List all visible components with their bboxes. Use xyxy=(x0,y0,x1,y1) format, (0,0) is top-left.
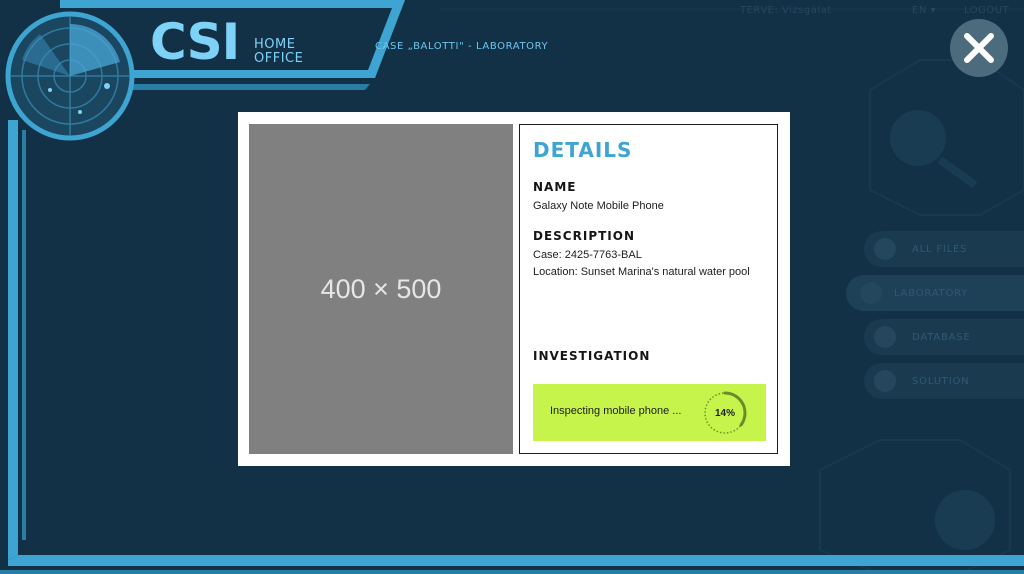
evidence-image-placeholder: 400 × 500 xyxy=(249,124,513,454)
app-logo: CSI xyxy=(150,13,240,71)
progress-percent: 14% xyxy=(714,407,735,419)
microscope-icon xyxy=(860,282,882,304)
name-label: NAME xyxy=(533,180,577,194)
nav-item-label: DATABASE xyxy=(912,331,971,343)
nav-item-label: LABORATORY xyxy=(894,287,969,299)
logout-link[interactable]: LOGOUT xyxy=(964,5,1009,16)
description-label: DESCRIPTION xyxy=(533,229,636,243)
details-panel: DETAILS NAME Galaxy Note Mobile Phone DE… xyxy=(519,124,778,454)
description-location: Location: Sunset Marina's natural water … xyxy=(533,266,750,278)
nav-item-database[interactable]: DATABASE xyxy=(864,319,1024,355)
placeholder-text: 400 × 500 xyxy=(320,273,442,304)
description-case: Case: 2425-7763-BAL xyxy=(533,249,642,261)
nav-item-label: SOLUTION xyxy=(912,375,970,387)
nav-item-solution[interactable]: SOLUTION xyxy=(864,363,1024,399)
app-logo-subtitle: HOME OFFICE xyxy=(254,37,304,66)
case-title: CASE „BALOTTI" - LABORATORY xyxy=(375,41,549,52)
folder-icon xyxy=(874,238,896,260)
lightbulb-icon xyxy=(874,370,896,392)
close-icon xyxy=(964,33,994,63)
progress-status-text: Inspecting mobile phone ... xyxy=(550,405,682,417)
investigation-progress: Inspecting mobile phone ... 14% xyxy=(533,384,766,441)
evidence-detail-modal: 400 × 500 DETAILS NAME Galaxy Note Mobil… xyxy=(238,112,790,466)
name-value: Galaxy Note Mobile Phone xyxy=(533,200,664,212)
details-title: DETAILS xyxy=(533,138,633,162)
language-selector[interactable]: EN ▾ xyxy=(912,5,936,16)
close-button[interactable] xyxy=(950,19,1008,77)
nav-item-laboratory[interactable]: LABORATORY xyxy=(846,275,1024,311)
database-icon xyxy=(874,326,896,348)
top-menu-status[interactable]: TERVE: Vizsgálat xyxy=(740,5,832,16)
investigation-label: INVESTIGATION xyxy=(533,349,651,363)
side-navigation: ALL FILES LABORATORY DATABASE SOLUTION xyxy=(846,231,1024,407)
nav-item-all-files[interactable]: ALL FILES xyxy=(864,231,1024,267)
nav-item-label: ALL FILES xyxy=(912,243,968,255)
